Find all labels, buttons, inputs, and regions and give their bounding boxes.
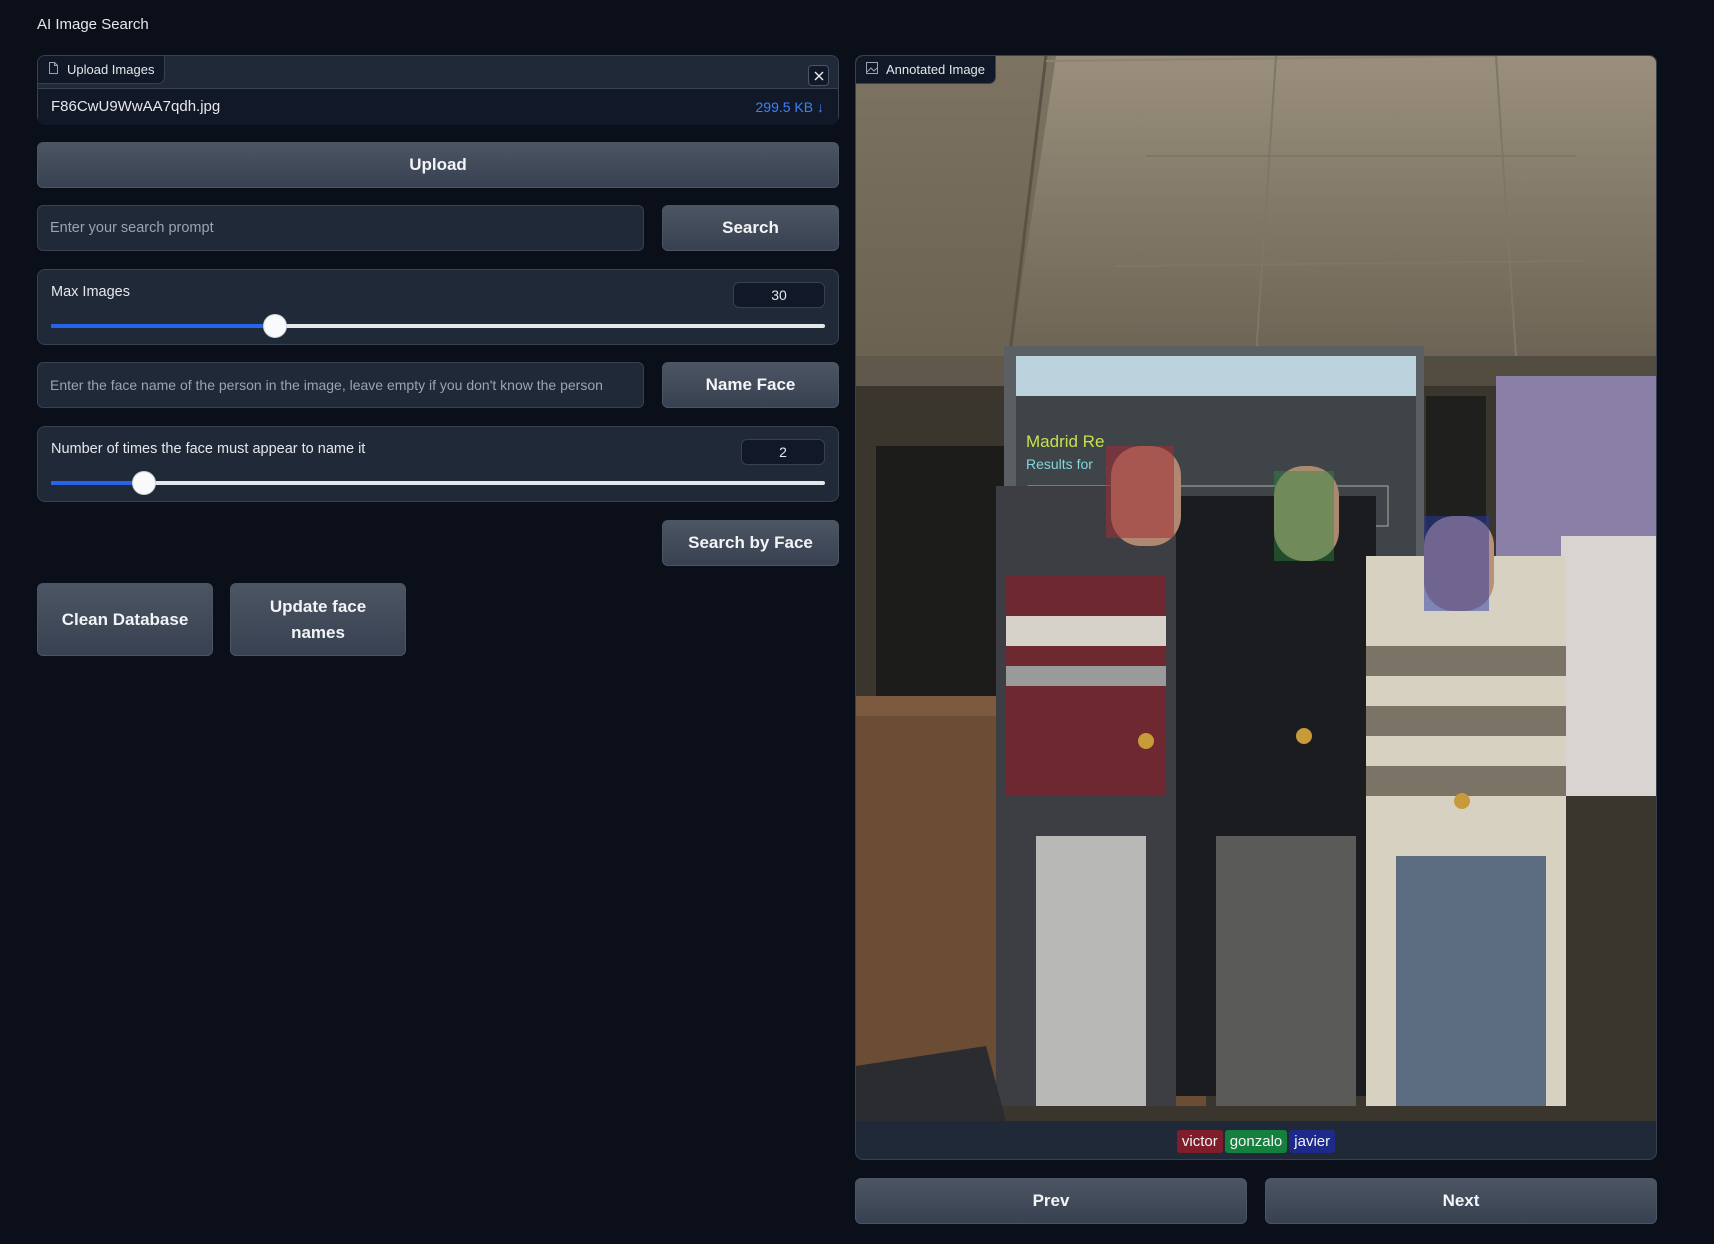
face-tag-javier: javier: [1289, 1129, 1336, 1153]
max-images-slider-fill: [51, 324, 276, 328]
file-icon: [48, 62, 59, 77]
max-images-slider-thumb[interactable]: [264, 315, 287, 337]
face-name-input[interactable]: Enter the face name of the person in the…: [37, 362, 644, 408]
face-count-slider-thumb[interactable]: [132, 472, 155, 494]
search-button[interactable]: Search: [662, 205, 839, 251]
search-by-face-button[interactable]: Search by Face: [662, 520, 839, 566]
annotated-image-panel: Madrid Re Results for Annotated Image vi…: [855, 55, 1657, 1160]
file-row: F86CwU9WwAA7qdh.jpg 299.5 KB ↓: [38, 88, 838, 125]
face-count-slider[interactable]: [51, 472, 825, 494]
max-images-block: Max Images 30: [37, 269, 839, 345]
image-label-text: Annotated Image: [886, 62, 986, 77]
face-count-value-input[interactable]: 2: [741, 439, 825, 465]
next-button[interactable]: Next: [1265, 1178, 1657, 1224]
screen-subheading: Results for: [1026, 456, 1093, 472]
photo-illustration: Madrid Re Results for: [856, 56, 1656, 1121]
close-icon[interactable]: [808, 65, 829, 86]
upload-panel[interactable]: Upload Images F86CwU9WwAA7qdh.jpg 299.5 …: [37, 55, 839, 125]
face-count-block: Number of times the face must appear to …: [37, 426, 839, 502]
face-count-label: Number of times the face must appear to …: [51, 441, 366, 457]
file-name: F86CwU9WwAA7qdh.jpg: [51, 98, 221, 115]
max-images-slider[interactable]: [51, 315, 825, 337]
file-size-download-link[interactable]: 299.5 KB ↓: [756, 99, 825, 115]
face-legend: victor gonzalo javier: [856, 1121, 1656, 1159]
face-tag-victor: victor: [1176, 1129, 1223, 1153]
max-images-value-input[interactable]: 30: [733, 282, 825, 308]
upload-panel-label: Upload Images: [38, 56, 166, 84]
update-face-names-button[interactable]: Update face names: [230, 583, 406, 656]
image-icon: [866, 62, 878, 77]
screen-heading: Madrid Re: [1026, 432, 1104, 451]
image-label-tab: Annotated Image: [856, 56, 997, 84]
max-images-label: Max Images: [51, 284, 130, 300]
clean-database-button[interactable]: Clean Database: [37, 583, 213, 656]
face-count-slider-fill: [51, 481, 144, 485]
upload-panel-label-text: Upload Images: [67, 62, 155, 77]
app-title: AI Image Search: [37, 16, 149, 33]
search-input[interactable]: Enter your search prompt: [37, 205, 644, 251]
prev-button[interactable]: Prev: [855, 1178, 1247, 1224]
name-face-button[interactable]: Name Face: [662, 362, 839, 408]
annotated-image: Madrid Re Results for: [856, 56, 1656, 1121]
upload-button[interactable]: Upload: [37, 142, 839, 188]
face-tag-gonzalo: gonzalo: [1224, 1129, 1288, 1153]
